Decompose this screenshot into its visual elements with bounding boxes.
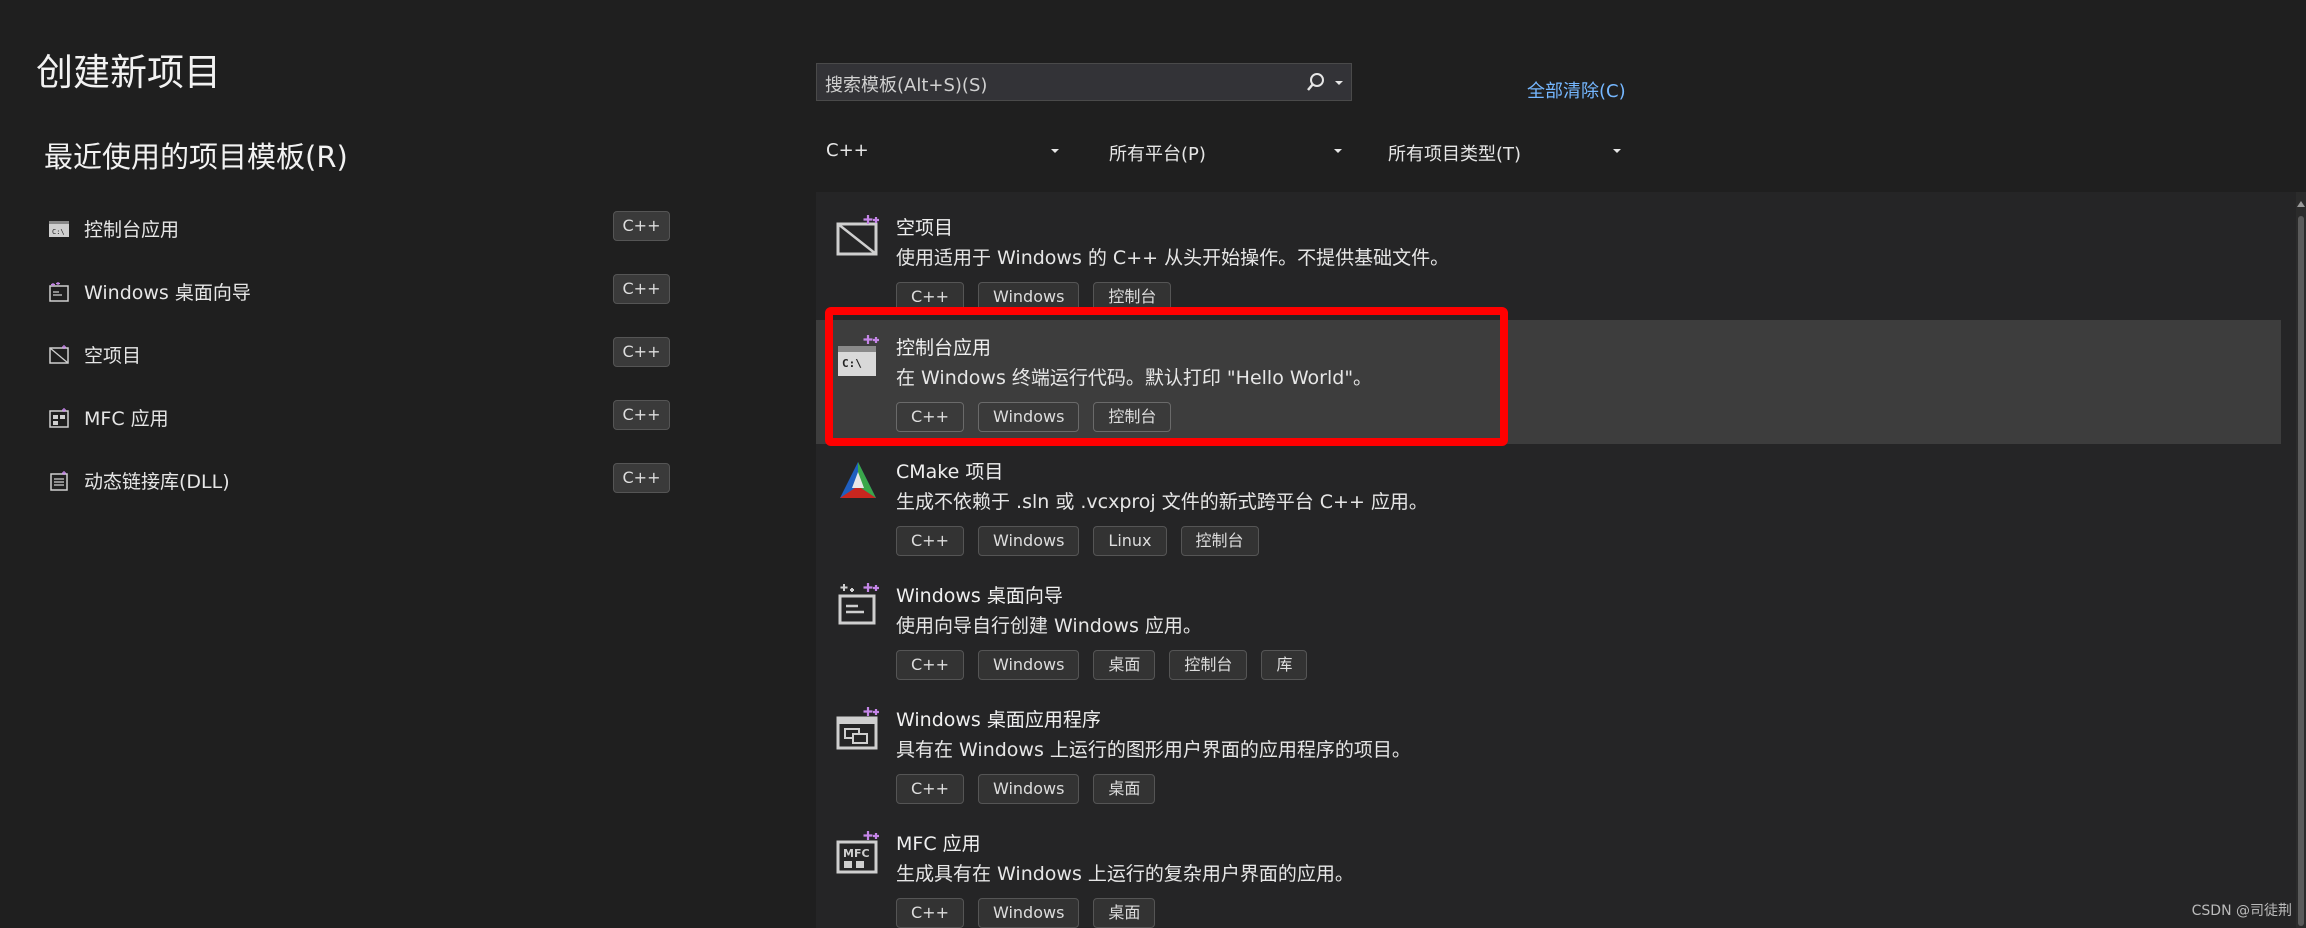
recent-item-empty-project[interactable]: 空项目 C++ xyxy=(44,332,674,378)
svg-text:MFC: MFC xyxy=(843,847,870,860)
chevron-down-icon xyxy=(1334,149,1342,153)
template-name: Windows 桌面向导 xyxy=(896,585,1063,607)
template-tags: C++ Windows Linux 控制台 xyxy=(896,526,1259,556)
template-tags: C++ Windows 桌面 xyxy=(896,898,1156,928)
svg-text:C:\: C:\ xyxy=(842,357,862,370)
recent-templates-title: 最近使用的项目模板(R) xyxy=(44,140,348,174)
tag: 控制台 xyxy=(1093,282,1172,312)
template-tags: C++ Windows 控制台 xyxy=(896,282,1172,312)
page-title: 创建新项目 xyxy=(36,51,221,94)
template-tags: C++ Windows 控制台 xyxy=(896,402,1172,432)
recent-item-label: 控制台应用 xyxy=(84,219,180,241)
recent-item-label: Windows 桌面向导 xyxy=(84,282,251,304)
svg-text:C:\: C:\ xyxy=(52,228,65,236)
tag: C++ xyxy=(896,282,964,312)
tag: 桌面 xyxy=(1093,774,1156,804)
tag: C++ xyxy=(896,650,964,680)
recent-item-dll[interactable]: 动态链接库(DLL) C++ xyxy=(44,458,674,504)
tag: Windows xyxy=(977,650,1080,680)
template-tags: C++ Windows 桌面 控制台 库 xyxy=(896,650,1308,680)
desktop-app-icon xyxy=(836,707,879,750)
template-list-scrollbar[interactable] xyxy=(2296,192,2306,928)
mfc-app-icon xyxy=(49,408,69,428)
chevron-down-icon xyxy=(1051,149,1059,153)
template-name: MFC 应用 xyxy=(896,833,981,855)
recent-item-label: 空项目 xyxy=(84,345,142,367)
tag: C++ xyxy=(896,402,964,432)
tag: Windows xyxy=(977,774,1080,804)
language-tag: C++ xyxy=(613,463,670,493)
template-windows-desktop-app[interactable]: Windows 桌面应用程序 具有在 Windows 上运行的图形用户界面的应用… xyxy=(816,692,2281,816)
template-empty-project[interactable]: 空项目 使用适用于 Windows 的 C++ 从头开始操作。不提供基础文件。 … xyxy=(816,200,2281,324)
language-tag: C++ xyxy=(613,274,670,304)
template-list[interactable]: 空项目 使用适用于 Windows 的 C++ 从头开始操作。不提供基础文件。 … xyxy=(816,192,2298,928)
tag: Windows xyxy=(977,526,1080,556)
search-icon[interactable] xyxy=(1305,71,1327,93)
template-name: Windows 桌面应用程序 xyxy=(896,709,1101,731)
desktop-wizard-icon xyxy=(838,583,879,625)
recent-item-mfc-app[interactable]: MFC 应用 C++ xyxy=(44,395,674,441)
recent-item-label: MFC 应用 xyxy=(84,408,169,430)
template-description: 使用向导自行创建 Windows 应用。 xyxy=(896,615,1202,637)
template-description: 生成不依赖于 .sln 或 .vcxproj 文件的新式跨平台 C++ 应用。 xyxy=(896,491,1428,513)
empty-project-icon xyxy=(836,215,879,256)
tag: 控制台 xyxy=(1180,526,1259,556)
tag: 控制台 xyxy=(1169,650,1248,680)
recent-item-label: 动态链接库(DLL) xyxy=(84,471,230,493)
template-description: 在 Windows 终端运行代码。默认打印 "Hello World"。 xyxy=(896,367,1373,389)
dll-icon xyxy=(50,471,68,491)
project-type-filter-dropdown[interactable]: 所有项目类型(T) xyxy=(1378,136,1624,170)
console-app-icon: C:\ xyxy=(49,221,69,237)
scrollbar-thumb[interactable] xyxy=(2298,216,2304,926)
tag: Linux xyxy=(1093,526,1167,556)
console-app-icon: C:\ xyxy=(838,335,879,376)
tag: C++ xyxy=(896,526,964,556)
chevron-down-icon[interactable] xyxy=(1333,71,1345,93)
platform-filter-value: 所有平台(P) xyxy=(1109,144,1206,165)
chevron-down-icon xyxy=(1613,149,1621,153)
clear-all-link[interactable]: 全部清除(C) xyxy=(1527,77,1626,103)
tag: Windows xyxy=(977,282,1080,312)
desktop-wizard-icon xyxy=(49,282,69,302)
mfc-app-icon: MFC xyxy=(836,831,879,874)
template-description: 具有在 Windows 上运行的图形用户界面的应用程序的项目。 xyxy=(896,739,1411,761)
template-name: CMake 项目 xyxy=(896,461,1004,483)
platform-filter-dropdown[interactable]: 所有平台(P) xyxy=(1099,136,1345,170)
watermark: CSDN @司徒荆 xyxy=(2191,903,2292,919)
language-filter-value: C++ xyxy=(826,140,869,161)
template-cmake-project[interactable]: CMake 项目 生成不依赖于 .sln 或 .vcxproj 文件的新式跨平台… xyxy=(816,444,2281,568)
template-tags: C++ Windows 桌面 xyxy=(896,774,1156,804)
template-console-app[interactable]: C:\ 控制台应用 在 Windows 终端运行代码。默认打印 "Hello W… xyxy=(816,320,2281,444)
language-tag: C++ xyxy=(613,211,670,241)
recent-item-desktop-wizard[interactable]: Windows 桌面向导 C++ xyxy=(44,269,674,315)
language-filter-dropdown[interactable]: C++ xyxy=(816,136,1062,170)
template-name: 空项目 xyxy=(896,217,954,239)
template-search-input[interactable]: 搜索模板(Alt+S)(S) xyxy=(816,63,1352,101)
template-description: 生成具有在 Windows 上运行的复杂用户界面的应用。 xyxy=(896,863,1354,885)
language-tag: C++ xyxy=(613,337,670,367)
template-mfc-app[interactable]: MFC MFC 应用 生成具有在 Windows 上运行的复杂用户界面的应用。 … xyxy=(816,816,2281,928)
template-name: 控制台应用 xyxy=(896,337,992,359)
tag: Windows xyxy=(977,898,1080,928)
tag: C++ xyxy=(896,774,964,804)
tag: 桌面 xyxy=(1093,650,1156,680)
cmake-icon xyxy=(840,462,876,498)
scroll-up-arrow-icon[interactable] xyxy=(2296,198,2306,210)
search-placeholder: 搜索模板(Alt+S)(S) xyxy=(825,75,988,96)
recent-item-console-app[interactable]: C:\ 控制台应用 C++ xyxy=(44,206,674,252)
template-windows-desktop-wizard[interactable]: Windows 桌面向导 使用向导自行创建 Windows 应用。 C++ Wi… xyxy=(816,568,2281,692)
tag: Windows xyxy=(977,402,1080,432)
language-tag: C++ xyxy=(613,400,670,430)
tag: 桌面 xyxy=(1093,898,1156,928)
tag: 控制台 xyxy=(1093,402,1172,432)
tag: 库 xyxy=(1261,650,1308,680)
tag: C++ xyxy=(896,898,964,928)
template-description: 使用适用于 Windows 的 C++ 从头开始操作。不提供基础文件。 xyxy=(896,247,1450,269)
project-type-filter-value: 所有项目类型(T) xyxy=(1388,144,1522,165)
empty-project-icon xyxy=(49,345,69,364)
